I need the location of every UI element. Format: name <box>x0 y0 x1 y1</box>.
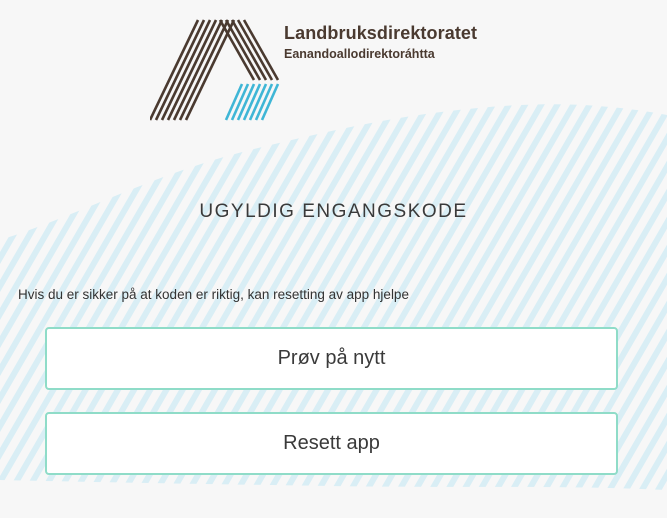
retry-button[interactable]: Prøv på nytt <box>45 327 618 390</box>
page: Landbruksdirektoratet Eanandoallodirekto… <box>0 0 667 518</box>
logo: Landbruksdirektoratet Eanandoallodirekto… <box>150 18 550 128</box>
page-title: UGYLDIG ENGANGSKODE <box>199 201 468 222</box>
logo-title: Landbruksdirektoratet <box>284 23 478 43</box>
logo-mark-icon <box>150 19 280 121</box>
reset-app-button-label: Resett app <box>283 432 380 454</box>
retry-button-label: Prøv på nytt <box>277 347 386 369</box>
info-text: Hvis du er sikker på at koden er riktig,… <box>18 287 409 302</box>
reset-app-button[interactable]: Resett app <box>45 412 618 475</box>
logo-subtitle: Eanandoallodirektoráhtta <box>284 47 435 61</box>
